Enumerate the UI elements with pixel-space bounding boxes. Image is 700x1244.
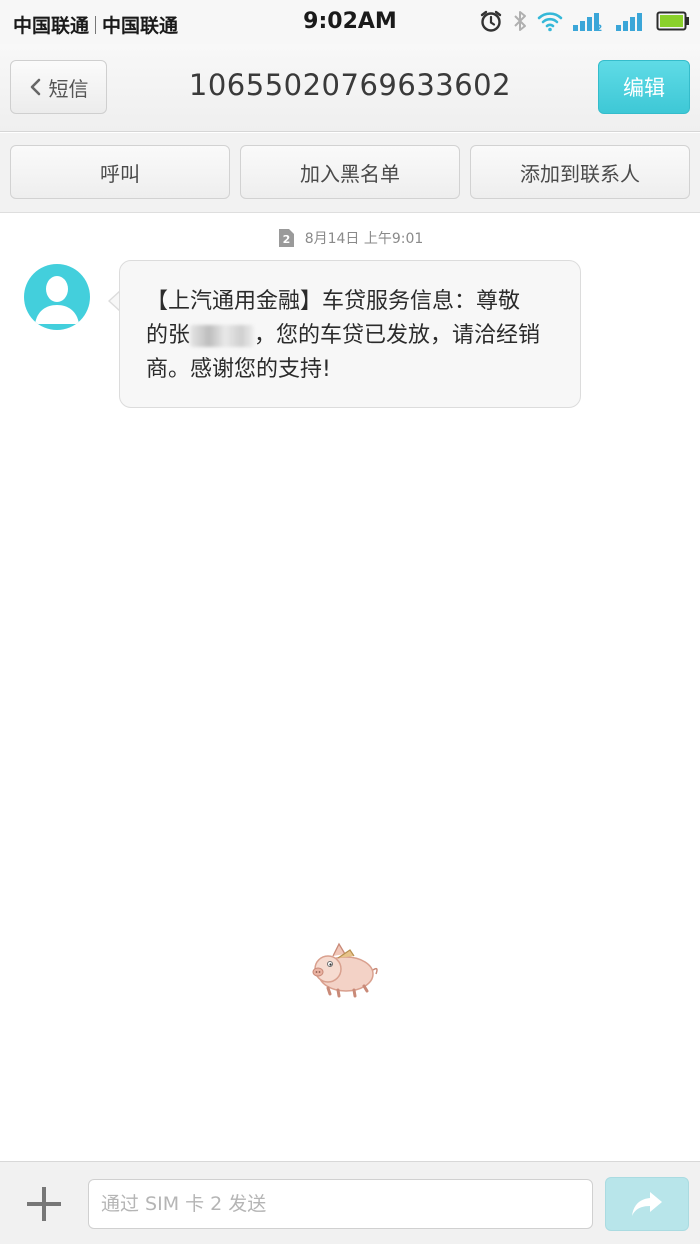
share-arrow-icon bbox=[632, 1192, 662, 1216]
timestamp-text: 8月14日 上午9:01 bbox=[304, 231, 424, 247]
signal-sim2-icon bbox=[615, 10, 647, 32]
signal-sim1-icon: 2 bbox=[572, 10, 606, 32]
sms-conversation-screen: 中国联通 中国联通 9:02AM 2 短信 10655020769633602 … bbox=[0, 0, 700, 1244]
message-input[interactable] bbox=[88, 1179, 593, 1229]
sender-number-title: 10655020769633602 bbox=[188, 68, 512, 102]
person-icon bbox=[25, 265, 89, 329]
add-to-blacklist-button[interactable]: 加入黑名单 bbox=[240, 145, 460, 199]
bluetooth-icon bbox=[512, 9, 528, 33]
pig-mascot-icon bbox=[308, 936, 380, 1002]
back-button[interactable]: 短信 bbox=[10, 60, 107, 114]
add-to-contacts-button[interactable]: 添加到联系人 bbox=[470, 145, 690, 199]
wifi-icon bbox=[537, 10, 563, 32]
sim-card-icon: 2 bbox=[277, 228, 295, 248]
status-bar: 中国联通 中国联通 9:02AM 2 bbox=[0, 0, 700, 44]
message-line-1: 【上汽通用金融】车贷服务信息：尊敬 bbox=[146, 289, 521, 314]
plus-icon bbox=[27, 1187, 61, 1221]
compose-bar bbox=[0, 1161, 700, 1244]
add-attachment-button[interactable] bbox=[24, 1184, 64, 1224]
message-timestamp: 2 8月14日 上午9:01 bbox=[0, 228, 700, 248]
message-line-2-suffix: ，您的车贷已发放，请洽经销 bbox=[254, 323, 541, 348]
action-bar: 呼叫 加入黑名单 添加到联系人 bbox=[0, 133, 700, 213]
battery-icon bbox=[656, 10, 690, 32]
status-icons: 2 bbox=[479, 9, 690, 33]
send-button[interactable] bbox=[605, 1177, 689, 1231]
edit-button[interactable]: 编辑 bbox=[598, 60, 690, 114]
message-line-2: 的张 ，您的车贷已发放，请洽经销 bbox=[146, 319, 554, 353]
alarm-icon bbox=[479, 9, 503, 33]
call-button[interactable]: 呼叫 bbox=[10, 145, 230, 199]
sender-avatar[interactable] bbox=[24, 264, 90, 330]
message-line-3: 商。感谢您的支持! bbox=[146, 357, 331, 382]
redacted-name bbox=[190, 325, 255, 347]
back-button-label: 短信 bbox=[48, 76, 89, 101]
message-line-2-prefix: 的张 bbox=[146, 323, 191, 348]
chevron-left-icon bbox=[29, 78, 41, 96]
svg-text:2: 2 bbox=[596, 24, 602, 32]
conversation-header: 短信 10655020769633602 编辑 bbox=[0, 44, 700, 132]
message-bubble[interactable]: 【上汽通用金融】车贷服务信息：尊敬 的张 ，您的车贷已发放，请洽经销 商。感谢您的… bbox=[119, 260, 581, 408]
sim-badge-number: 2 bbox=[282, 233, 290, 246]
message-list[interactable]: 2 8月14日 上午9:01 【上汽通用金融】车贷服务信息：尊敬 的张 ，您的车贷… bbox=[0, 214, 700, 1160]
